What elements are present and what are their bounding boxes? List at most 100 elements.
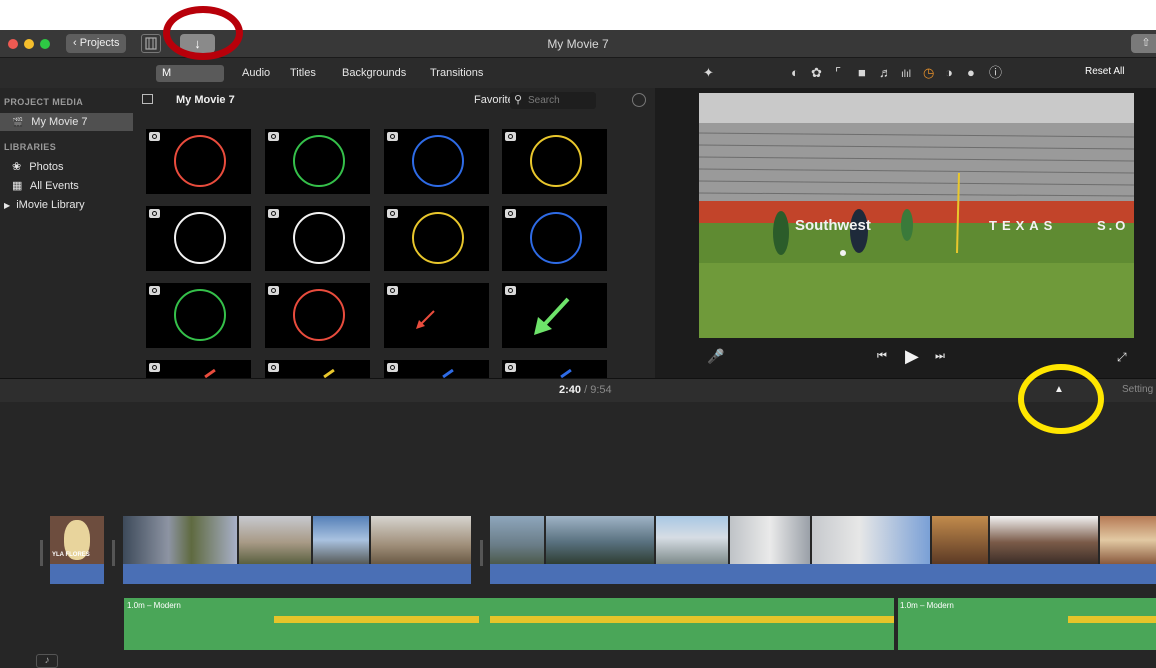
sidebar-item-library[interactable]: ▶ iMovie Library (0, 196, 133, 214)
video-clip[interactable] (490, 516, 544, 564)
yellow-circle-graphic (412, 212, 464, 264)
tab-transitions[interactable]: Transitions (424, 65, 489, 82)
media-thumbnail[interactable] (502, 360, 607, 378)
music-note-icon[interactable]: ♪ (36, 654, 58, 668)
project-clapper-icon: 🎬 (12, 117, 24, 127)
stadium-sponsor-text: Southwest (795, 217, 871, 234)
photo-camera-icon (387, 209, 398, 218)
media-thumbnail[interactable] (265, 129, 370, 194)
reset-all-button[interactable]: Reset All (1085, 66, 1124, 77)
background-music-track[interactable]: 1.0m – Modern 1.0m – Modern (124, 598, 1156, 650)
media-thumbnail[interactable] (502, 206, 607, 271)
media-thumbnail[interactable] (384, 360, 489, 378)
blue-arrow-graphic (442, 368, 454, 378)
browser-tabs: M Audio Titles Backgrounds Transitions (0, 58, 655, 88)
clip-filter-icon[interactable]: ● (967, 65, 975, 80)
microphone-icon[interactable]: 🎤 (707, 348, 724, 365)
sidebar-item-photos[interactable]: ❀ Photos (0, 158, 133, 176)
media-thumbnail[interactable] (265, 283, 370, 348)
media-thumbnail[interactable] (265, 360, 370, 378)
total-time: 9:54 (590, 384, 612, 396)
clip-audio-waveform (490, 564, 1156, 584)
green-circle-graphic (174, 289, 226, 341)
video-preview[interactable]: Southwest TEXAS S.O (699, 93, 1134, 338)
sidebar-item-all-events[interactable]: ▦ All Events (0, 177, 133, 195)
media-thumbnail[interactable] (265, 206, 370, 271)
photo-camera-icon (149, 209, 160, 218)
clip-edge-handle[interactable] (480, 540, 483, 566)
music-volume-peak (274, 616, 479, 623)
project-media-heading: PROJECT MEDIA (4, 97, 84, 107)
media-thumbnail[interactable] (146, 206, 251, 271)
browser-settings-gear-icon[interactable] (632, 93, 646, 107)
photo-camera-icon (505, 209, 516, 218)
crop-icon[interactable]: ⌜ (835, 65, 841, 80)
media-thumbnail[interactable] (146, 283, 251, 348)
video-clip[interactable] (1100, 516, 1156, 564)
info-icon[interactable]: ⓘ (989, 65, 1002, 80)
title-bar: ‹ Projects ↓ My Movie 7 ⇧ (0, 30, 1156, 58)
tab-titles[interactable]: Titles (284, 65, 322, 82)
media-thumbnail[interactable] (146, 129, 251, 194)
media-thumbnail[interactable] (146, 360, 251, 378)
media-thumbnail[interactable] (384, 129, 489, 194)
video-clip[interactable] (239, 516, 311, 564)
red-arrow-graphic (416, 310, 435, 329)
media-browser-grid (136, 114, 655, 378)
red-circle-graphic (174, 135, 226, 187)
search-field[interactable]: ⚲ Search (510, 92, 596, 109)
color-palette-icon[interactable]: ✿ (811, 65, 822, 80)
volume-icon[interactable]: ♬ (879, 65, 892, 80)
search-placeholder: Search (528, 95, 560, 106)
tab-backgrounds[interactable]: Backgrounds (336, 65, 412, 82)
clip-edge-handle[interactable] (112, 540, 115, 566)
photo-camera-icon (387, 363, 398, 372)
audio-skimming-icon[interactable]: ▲ (1054, 384, 1064, 395)
video-clip[interactable] (546, 516, 654, 564)
camera-stabilize-icon[interactable]: ■ (858, 65, 866, 80)
media-thumbnail[interactable] (502, 129, 607, 194)
video-clip[interactable] (123, 516, 237, 564)
disclosure-triangle-icon: ▶ (4, 201, 11, 210)
play-icon[interactable]: ▶ (905, 346, 919, 367)
tab-my-media-label: M (162, 67, 172, 79)
video-clip[interactable] (730, 516, 810, 564)
video-clip[interactable] (990, 516, 1098, 564)
photo-camera-icon (268, 209, 279, 218)
photo-camera-icon (505, 286, 516, 295)
sidebar-item-project[interactable]: 🎬 My Movie 7 (0, 113, 133, 131)
sidebar-toggle-icon[interactable] (142, 94, 153, 104)
tab-my-media[interactable]: M (156, 65, 224, 82)
blue-circle-graphic (530, 212, 582, 264)
media-thumbnail[interactable] (384, 283, 489, 348)
media-browser-title: My Movie 7 (176, 94, 235, 106)
video-clip[interactable] (812, 516, 930, 564)
viewer-panel: Southwest TEXAS S.O 🎤 ⏮ ▶ ⏭ ⤢ (655, 88, 1156, 378)
share-button[interactable]: ⇧ (1131, 34, 1156, 53)
tab-audio[interactable]: Audio (236, 65, 276, 82)
video-clip[interactable] (656, 516, 728, 564)
libraries-heading: LIBRARIES (4, 142, 57, 152)
media-thumbnail[interactable] (502, 283, 607, 348)
clip-audio-waveform (50, 564, 104, 584)
color-balance-icon[interactable]: ◐ (791, 65, 799, 80)
clip-audio-waveform (123, 564, 471, 584)
white-circle-graphic (174, 212, 226, 264)
equalizer-icon[interactable]: ılıl (901, 67, 911, 82)
title-video-clip[interactable]: YLA FLORES (50, 516, 104, 564)
skip-forward-icon[interactable]: ⏭ (935, 350, 945, 363)
sidebar-item-photos-label: Photos (29, 161, 64, 173)
green-circle-graphic (293, 135, 345, 187)
magic-wand-icon[interactable]: ✦ (703, 65, 714, 80)
media-thumbnail[interactable] (384, 206, 489, 271)
video-clip[interactable] (371, 516, 471, 564)
timeline-settings-button[interactable]: Setting (1122, 384, 1153, 395)
media-browser-header: My Movie 7 Favorites ⇵ ⚲ Search (136, 88, 655, 114)
speed-icon[interactable]: ◷ (923, 65, 934, 80)
noise-reduction-icon[interactable]: ◑ (945, 65, 953, 80)
fullscreen-icon[interactable]: ⤢ (1117, 350, 1127, 365)
clip-edge-handle[interactable] (40, 540, 43, 566)
video-clip[interactable] (313, 516, 369, 564)
skip-back-icon[interactable]: ⏮ (877, 350, 887, 363)
video-clip[interactable] (932, 516, 988, 564)
